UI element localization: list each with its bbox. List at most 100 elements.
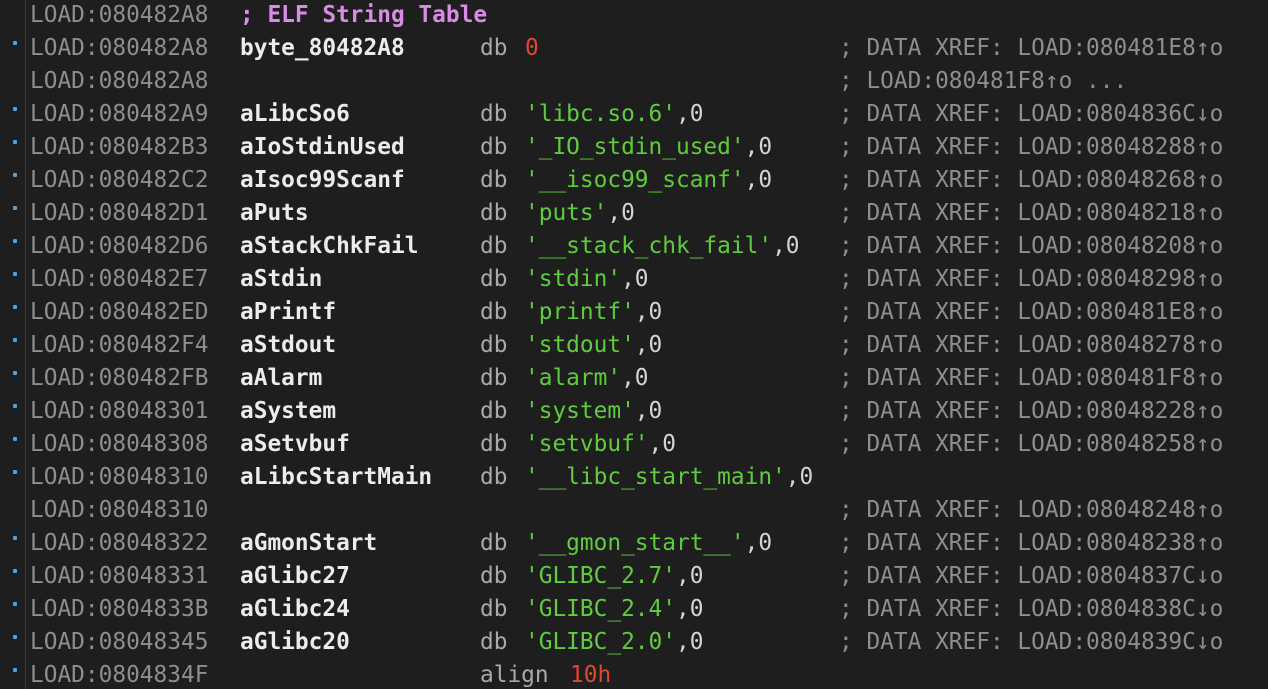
address[interactable]: LOAD:080482FB: [30, 362, 208, 395]
listing-row[interactable]: LOAD:080482A9 aLibcSo6 db 'libc.so.6',0 …: [0, 98, 1268, 131]
string-terminator: ,0: [744, 134, 773, 160]
xref-comment[interactable]: ; DATA XREF: LOAD:08048288↑o: [839, 131, 1223, 164]
address[interactable]: LOAD:080482D6: [30, 230, 208, 263]
xref-comment[interactable]: ; DATA XREF: LOAD:080481E8↑o: [839, 296, 1223, 329]
xref-comment[interactable]: ; DATA XREF: LOAD:08048248↑o: [839, 494, 1223, 527]
gutter: [0, 428, 26, 461]
address[interactable]: LOAD:08048345: [30, 626, 208, 659]
address[interactable]: LOAD:080482A8: [30, 32, 208, 65]
xref-comment[interactable]: ; DATA XREF: LOAD:0804837C↓o: [839, 560, 1223, 593]
gutter: [0, 197, 26, 230]
address[interactable]: LOAD:080482C2: [30, 164, 208, 197]
address[interactable]: LOAD:080482A8: [30, 0, 208, 32]
label-name[interactable]: aPrintf: [240, 296, 336, 329]
label-name[interactable]: byte_80482A8: [240, 32, 405, 65]
string-literal: 'setvbuf': [525, 431, 649, 457]
xref-comment[interactable]: ; DATA XREF: LOAD:08048278↑o: [839, 329, 1223, 362]
listing-row[interactable]: LOAD:08048301 aSystem db 'system',0 ; DA…: [0, 395, 1268, 428]
listing-row[interactable]: LOAD:080482F4 aStdout db 'stdout',0 ; DA…: [0, 329, 1268, 362]
listing-row[interactable]: LOAD:080482ED aPrintf db 'printf',0 ; DA…: [0, 296, 1268, 329]
disassembly-listing[interactable]: LOAD:080482A8 ; ELF String Table LOAD:08…: [0, 0, 1268, 689]
xref-comment[interactable]: ; DATA XREF: LOAD:0804839C↓o: [839, 626, 1223, 659]
label-name[interactable]: aStdout: [240, 329, 336, 362]
xref-comment[interactable]: ; DATA XREF: LOAD:080481F8↑o: [839, 362, 1223, 395]
address[interactable]: LOAD:080482A9: [30, 98, 208, 131]
address[interactable]: LOAD:080482A8: [30, 65, 208, 98]
label-name[interactable]: aPuts: [240, 197, 309, 230]
listing-row[interactable]: LOAD:08048345 aGlibc20 db 'GLIBC_2.0',0 …: [0, 626, 1268, 659]
address[interactable]: LOAD:0804834F: [30, 659, 208, 689]
address[interactable]: LOAD:080482B3: [30, 131, 208, 164]
string-literal: 'alarm': [525, 365, 622, 391]
xref-comment[interactable]: ; DATA XREF: LOAD:080481E8↑o: [839, 32, 1223, 65]
xref-comment[interactable]: ; DATA XREF: LOAD:08048208↑o: [839, 230, 1223, 263]
address[interactable]: LOAD:0804833B: [30, 593, 208, 626]
xref-comment[interactable]: ; DATA XREF: LOAD:08048238↑o: [839, 527, 1223, 560]
operand: '__libc_start_main',0: [525, 461, 813, 494]
listing-row[interactable]: LOAD:08048331 aGlibc27 db 'GLIBC_2.7',0 …: [0, 560, 1268, 593]
address[interactable]: LOAD:080482E7: [30, 263, 208, 296]
mnemonic: db: [480, 464, 508, 490]
address[interactable]: LOAD:08048301: [30, 395, 208, 428]
label-name[interactable]: aGmonStart: [240, 527, 377, 560]
listing-row[interactable]: LOAD:080482FB aAlarm db 'alarm',0 ; DATA…: [0, 362, 1268, 395]
xref-comment[interactable]: ; DATA XREF: LOAD:08048218↑o: [839, 197, 1223, 230]
listing-row[interactable]: LOAD:080482C2 aIsoc99Scanf db '__isoc99_…: [0, 164, 1268, 197]
mnemonic: db: [480, 365, 508, 391]
label-name[interactable]: aAlarm: [240, 362, 322, 395]
string-literal: 'puts': [525, 200, 608, 226]
address[interactable]: LOAD:08048322: [30, 527, 208, 560]
address[interactable]: LOAD:080482ED: [30, 296, 208, 329]
listing-row[interactable]: LOAD:08048322 aGmonStart db '__gmon_star…: [0, 527, 1268, 560]
label-name[interactable]: aStdin: [240, 263, 322, 296]
item-start-dot-icon: [13, 140, 17, 144]
listing-row[interactable]: LOAD:080482A8 ; LOAD:080481F8↑o ...: [0, 65, 1268, 98]
listing-row[interactable]: LOAD:080482A8 byte_80482A8 db 0 ; DATA X…: [0, 32, 1268, 65]
label-name[interactable]: aGlibc24: [240, 593, 350, 626]
mnemonic: db: [480, 299, 508, 325]
listing-row[interactable]: LOAD:080482E7 aStdin db 'stdin',0 ; DATA…: [0, 263, 1268, 296]
item-start-dot-icon: [13, 173, 17, 177]
label-name[interactable]: aGlibc20: [240, 626, 350, 659]
label-name[interactable]: aLibcStartMain: [240, 461, 432, 494]
listing-row[interactable]: LOAD:080482D6 aStackChkFail db '__stack_…: [0, 230, 1268, 263]
address[interactable]: LOAD:080482D1: [30, 197, 208, 230]
label-name[interactable]: aSystem: [240, 395, 336, 428]
xref-comment[interactable]: ; DATA XREF: LOAD:0804838C↓o: [839, 593, 1223, 626]
operand: 'printf',0: [525, 296, 662, 329]
listing-row[interactable]: LOAD:08048310 ; DATA XREF: LOAD:08048248…: [0, 494, 1268, 527]
section-header-row[interactable]: LOAD:080482A8 ; ELF String Table: [0, 0, 1268, 32]
mnemonic: db: [480, 233, 508, 259]
address[interactable]: LOAD:08048331: [30, 560, 208, 593]
address[interactable]: LOAD:08048310: [30, 461, 208, 494]
address[interactable]: LOAD:08048308: [30, 428, 208, 461]
mnemonic: db: [480, 431, 508, 457]
listing-row[interactable]: LOAD:08048310 aLibcStartMain db '__libc_…: [0, 461, 1268, 494]
address[interactable]: LOAD:08048310: [30, 494, 208, 527]
listing-row[interactable]: LOAD:08048308 aSetvbuf db 'setvbuf',0 ; …: [0, 428, 1268, 461]
item-start-dot-icon: [13, 602, 17, 606]
label-name[interactable]: aSetvbuf: [240, 428, 350, 461]
label-name[interactable]: aGlibc27: [240, 560, 350, 593]
operand: 'GLIBC_2.0',0: [525, 626, 703, 659]
gutter: [0, 263, 26, 296]
label-name[interactable]: aIoStdinUsed: [240, 131, 405, 164]
label-name[interactable]: aStackChkFail: [240, 230, 418, 263]
xref-comment[interactable]: ; DATA XREF: LOAD:08048298↑o: [839, 263, 1223, 296]
listing-row[interactable]: LOAD:080482D1 aPuts db 'puts',0 ; DATA X…: [0, 197, 1268, 230]
xref-comment[interactable]: ; LOAD:080481F8↑o ...: [839, 65, 1127, 98]
string-literal: 'GLIBC_2.7': [525, 563, 676, 589]
label-name[interactable]: aIsoc99Scanf: [240, 164, 405, 197]
xref-comment[interactable]: ; DATA XREF: LOAD:08048228↑o: [839, 395, 1223, 428]
xref-comment[interactable]: ; DATA XREF: LOAD:08048268↑o: [839, 164, 1223, 197]
string-literal: 'printf': [525, 299, 635, 325]
listing-row[interactable]: LOAD:0804834F align 10h: [0, 659, 1268, 689]
gutter: [0, 362, 26, 395]
listing-row[interactable]: LOAD:080482B3 aIoStdinUsed db '_IO_stdin…: [0, 131, 1268, 164]
xref-comment[interactable]: ; DATA XREF: LOAD:0804836C↓o: [839, 98, 1223, 131]
xref-comment[interactable]: ; DATA XREF: LOAD:08048258↑o: [839, 428, 1223, 461]
listing-row[interactable]: LOAD:0804833B aGlibc24 db 'GLIBC_2.4',0 …: [0, 593, 1268, 626]
label-name[interactable]: aLibcSo6: [240, 98, 350, 131]
operand: 'system',0: [525, 395, 662, 428]
address[interactable]: LOAD:080482F4: [30, 329, 208, 362]
